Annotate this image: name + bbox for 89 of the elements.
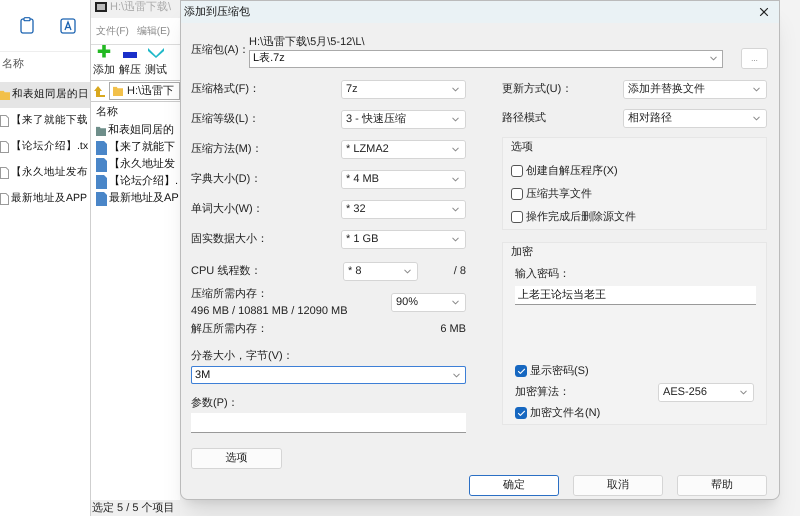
document-icon	[96, 140, 107, 154]
file-row[interactable]: 最新地址及APP	[0, 186, 90, 212]
file-row[interactable]: 【永久地址发	[96, 156, 180, 173]
minus-icon	[123, 52, 137, 58]
checkbox-label: 操作完成后删除源文件	[526, 210, 636, 225]
dialog-button[interactable]: 取消	[573, 475, 663, 496]
checkbox[interactable]	[515, 407, 527, 420]
clipboard-icon	[20, 17, 34, 34]
field-label: 分卷大小，字节(V)：	[191, 348, 295, 362]
status-text: 选定 5 / 5 个项目	[92, 500, 175, 516]
checkbox-label: 压缩共享文件	[526, 186, 592, 202]
dropdown[interactable]: * 8	[343, 262, 418, 280]
field-label: 字典大小(D)：	[191, 172, 262, 187]
toolbar-button[interactable]: 添加	[92, 45, 116, 80]
archive-name-field[interactable]: L表.7z	[249, 50, 723, 68]
toolbar-button[interactable]: 解压	[118, 45, 142, 80]
document-icon	[96, 158, 107, 172]
checkbox-label: 显示密码(S)	[530, 364, 589, 379]
dropdown[interactable]: * 32	[341, 200, 466, 218]
plus-icon	[97, 45, 111, 58]
file-row[interactable]: 【永久地址发布	[0, 160, 90, 186]
dropdown[interactable]: * LZMA2	[341, 140, 466, 158]
column-header[interactable]: 名称	[0, 56, 90, 74]
checkbox[interactable]	[511, 188, 523, 200]
folder-icon	[113, 86, 123, 96]
field-label: 压缩等级(L)：	[191, 112, 260, 127]
app-icon	[95, 2, 107, 12]
dropdown[interactable]: 相对路径	[623, 108, 767, 128]
field-label: 更新方式(U)：	[502, 82, 572, 97]
dropdown[interactable]: * 1 GB	[341, 230, 466, 248]
toolbar-button[interactable]: 测试	[144, 45, 168, 80]
menu-item[interactable]: 文件(F)	[96, 24, 129, 38]
field-label: 固实数据大小：	[191, 232, 268, 247]
field-label: 路径模式	[502, 110, 546, 126]
group-title: 加密	[511, 244, 534, 260]
file-row[interactable]: 【论坛介绍】.tx	[0, 134, 90, 160]
parameters-field[interactable]	[191, 413, 466, 433]
memory-usage: 496 MB / 10881 MB / 12090 MB	[191, 304, 348, 318]
dropdown[interactable]: 7z	[341, 80, 466, 98]
group-title: 选项	[511, 140, 534, 155]
file-row[interactable]: 【论坛介绍】.	[96, 173, 180, 190]
field-label: 压缩方法(M)：	[191, 142, 262, 157]
field-label: 单词大小(W)：	[191, 202, 264, 217]
field-label: 解压所需内存：	[191, 322, 268, 338]
window-title: H:\迅雷下载\	[110, 0, 172, 15]
field-label: 压缩格式(F)：	[191, 82, 260, 97]
file-row[interactable]: 最新地址及AP	[96, 190, 180, 207]
options-button[interactable]: 选项	[191, 448, 282, 469]
path-field[interactable]: H:\迅雷下	[109, 82, 180, 100]
field-label: 加密算法：	[515, 384, 570, 400]
checkbox[interactable]	[511, 211, 523, 223]
dropdown[interactable]: 3 - 快速压缩	[341, 110, 466, 128]
dropdown[interactable]: * 4 MB	[341, 170, 466, 188]
dialog-button[interactable]: 确定	[469, 475, 559, 496]
checkmark-icon	[516, 408, 526, 418]
menu-item[interactable]: 编辑(E)	[136, 24, 170, 38]
up-folder-icon	[94, 85, 105, 97]
file-row[interactable]: 和表姐同居的日	[0, 82, 90, 108]
file-row[interactable]: 【来了就能下	[96, 139, 180, 156]
text-box-icon	[60, 18, 76, 34]
field-label: CPU 线程数：	[191, 264, 262, 279]
checkbox[interactable]	[515, 365, 527, 378]
checkbox[interactable]	[511, 165, 523, 177]
column-header[interactable]: 名称	[96, 104, 180, 122]
document-icon	[96, 174, 107, 188]
file-row[interactable]: 【来了就能下载	[0, 108, 90, 134]
thread-max: / 8	[454, 264, 466, 279]
dialog-title: 添加到压缩包	[184, 4, 250, 20]
dialog-button[interactable]: 帮助	[677, 475, 767, 496]
field-label: 参数(P)：	[191, 396, 240, 409]
folder-icon	[96, 126, 106, 136]
dropdown[interactable]: AES-256	[658, 383, 754, 402]
checkbox-label: 创建自解压程序(X)	[526, 164, 618, 179]
field-label: 压缩所需内存：	[191, 286, 269, 302]
password-field[interactable]: 上老王论坛当老王	[515, 286, 756, 305]
volume-size-field[interactable]: 3M	[191, 366, 466, 384]
folder-path: H:\迅雷下载\5月\5-12\L\	[249, 35, 366, 48]
browse-button[interactable]: ...	[741, 48, 768, 69]
field-label: 输入密码：	[515, 266, 571, 282]
field-label: 压缩包(A)：	[191, 44, 249, 58]
document-icon	[96, 192, 107, 206]
file-row[interactable]: 和表姐同居的	[96, 122, 180, 139]
dropdown[interactable]: 添加并替换文件	[623, 80, 767, 98]
memory-value: 6 MB	[440, 322, 466, 338]
close-icon[interactable]	[757, 5, 771, 19]
checkbox-label: 加密文件名(N)	[530, 406, 600, 422]
dropdown[interactable]: 90%	[391, 293, 466, 312]
checkmark-icon	[516, 366, 526, 376]
folder-icon	[0, 90, 10, 100]
